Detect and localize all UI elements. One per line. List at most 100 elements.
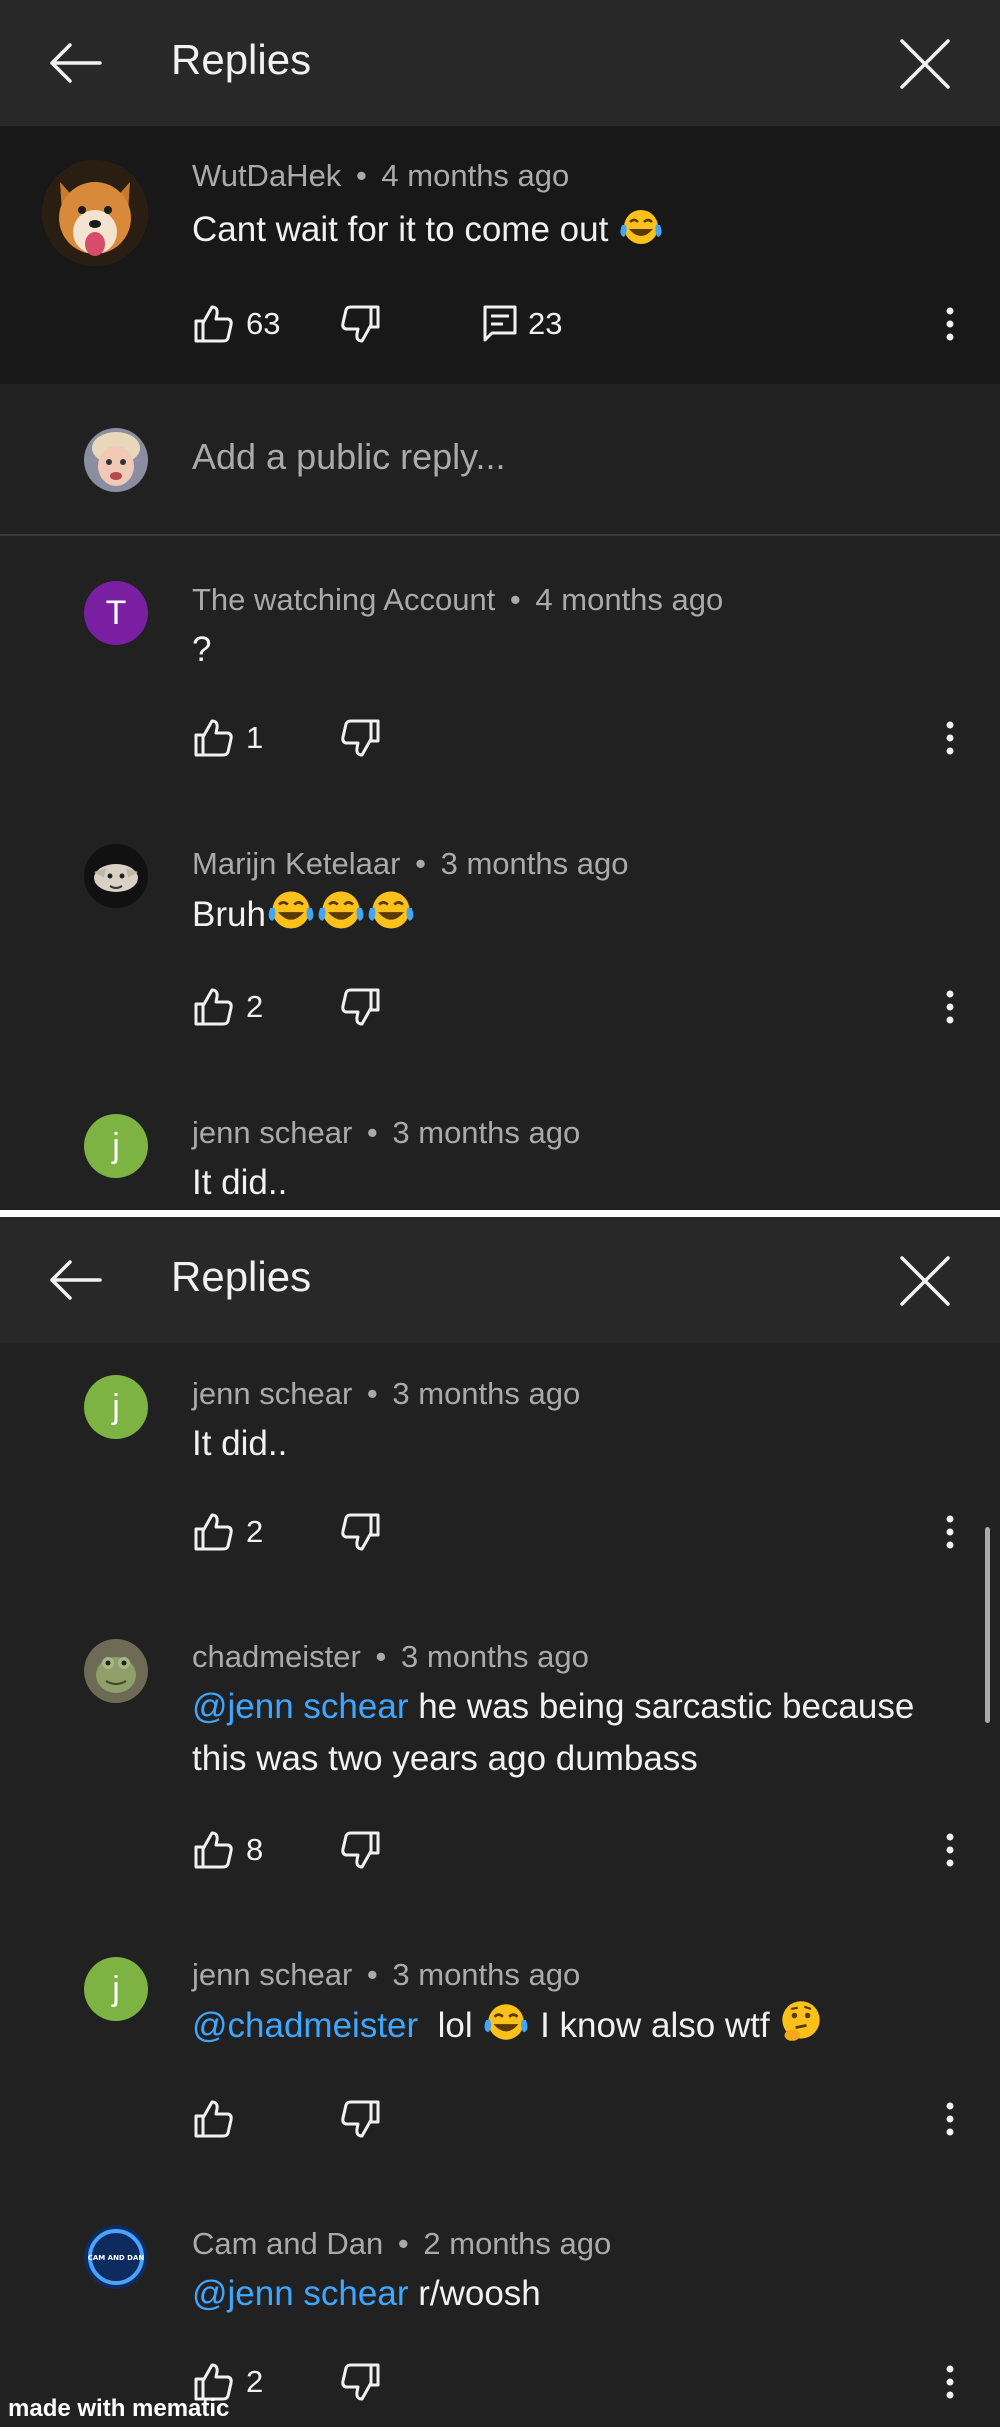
more-vert-icon[interactable]: [940, 2094, 960, 2144]
svg-text:CAM AND DAN: CAM AND DAN: [88, 2254, 145, 2262]
like-count: 63: [246, 306, 281, 341]
like-count: 2: [246, 1514, 264, 1549]
avatar[interactable]: j: [84, 1957, 148, 2021]
avatar[interactable]: [84, 844, 148, 908]
comment-age: 4 months ago: [535, 582, 724, 617]
thumbs-up-icon[interactable]: [192, 303, 234, 345]
comment-meta: Cam and Dan • 2 months ago: [192, 2226, 611, 2262]
author-name[interactable]: chadmeister: [192, 1639, 361, 1674]
replies-panel-bottom: Replies j jenn schear • 3 months ago It …: [0, 1217, 1000, 2427]
frog-avatar-image: [84, 1639, 148, 1703]
meta-separator: •: [397, 2226, 409, 2261]
user-avatar-image: [84, 428, 148, 492]
reply-comment-icon[interactable]: [482, 303, 518, 345]
comment-actions: 2: [192, 2357, 972, 2407]
reply-count: 23: [528, 306, 563, 341]
more-vert-icon[interactable]: [940, 713, 960, 763]
meta-separator: •: [366, 1957, 378, 1992]
comment-age: 4 months ago: [381, 158, 570, 193]
comment-text: @jenn schear he was being sarcastic beca…: [192, 1681, 972, 1785]
comment-meta: jenn schear • 3 months ago: [192, 1957, 580, 1993]
close-icon[interactable]: [894, 33, 956, 95]
thumbs-up-icon[interactable]: [192, 2098, 234, 2140]
thumbs-down-icon[interactable]: [340, 986, 382, 1028]
avatar[interactable]: CAM AND DAN: [84, 2225, 148, 2289]
comment-age: 3 months ago: [392, 1376, 581, 1411]
comment-body: r/woosh: [408, 2274, 541, 2313]
laughing-emoji-icon: [268, 891, 314, 929]
author-name[interactable]: jenn schear: [192, 1115, 352, 1150]
close-icon[interactable]: [894, 1250, 956, 1312]
avatar[interactable]: [42, 160, 148, 266]
author-name[interactable]: jenn schear: [192, 1957, 352, 1992]
comment-actions: 1: [192, 713, 972, 763]
thumbs-up-icon[interactable]: [192, 1511, 234, 1553]
comment-body: lol: [418, 2006, 483, 2045]
comment-actions: 63 23: [192, 299, 972, 349]
author-name[interactable]: The watching Account: [192, 582, 495, 617]
comment-age: 3 months ago: [392, 1115, 581, 1150]
comment-actions: 2: [192, 1507, 972, 1557]
replies-panel-top: Replies WutDaHek • 4 months ago Cant wai…: [0, 0, 1000, 1210]
author-name[interactable]: Marijn Ketelaar: [192, 846, 400, 881]
like-count: 8: [246, 1832, 264, 1867]
author-name[interactable]: WutDaHek: [192, 158, 341, 193]
author-name[interactable]: jenn schear: [192, 1376, 352, 1411]
avatar[interactable]: [84, 1639, 148, 1703]
thumbs-up-icon[interactable]: [192, 1829, 234, 1871]
avatar[interactable]: j: [84, 1375, 148, 1439]
comment-text: Bruh: [192, 888, 972, 941]
comment-age: 3 months ago: [400, 1639, 589, 1674]
thumbs-up-icon[interactable]: [192, 986, 234, 1028]
avatar[interactable]: T: [84, 581, 148, 645]
header-title: Replies: [171, 1253, 312, 1300]
laughing-emoji-icon: [620, 210, 662, 244]
mention-link[interactable]: @chadmeister: [192, 2006, 418, 2045]
replies-header: Replies: [0, 0, 1000, 126]
comment-text: It did..: [192, 1163, 288, 1202]
thumbs-down-icon[interactable]: [340, 1829, 382, 1871]
back-arrow-icon[interactable]: [44, 1250, 106, 1310]
laughing-emoji-icon: [318, 891, 364, 929]
like-count: 2: [246, 989, 264, 1024]
header-title: Replies: [171, 36, 312, 83]
meta-separator: •: [355, 158, 367, 193]
like-count: 1: [246, 720, 264, 755]
comment-body: Bruh: [192, 895, 266, 934]
more-vert-icon[interactable]: [940, 299, 960, 349]
mention-link[interactable]: @jenn schear: [192, 1687, 408, 1726]
back-arrow-icon[interactable]: [44, 33, 106, 93]
comment-age: 3 months ago: [440, 846, 629, 881]
comment-text: @chadmeister lol I know also wtf: [192, 1999, 972, 2052]
channel-logo-avatar: CAM AND DAN: [84, 2225, 148, 2289]
scrollbar[interactable]: [985, 1527, 990, 1723]
meta-separator: •: [415, 846, 426, 881]
more-vert-icon[interactable]: [940, 2357, 960, 2407]
laughing-emoji-icon: [368, 891, 414, 929]
avatar[interactable]: j: [84, 1114, 148, 1178]
thumbs-down-icon[interactable]: [340, 2098, 382, 2140]
more-vert-icon[interactable]: [940, 982, 960, 1032]
thumbs-down-icon[interactable]: [340, 303, 382, 345]
mention-link[interactable]: @jenn schear: [192, 2274, 408, 2313]
comment-actions: 8: [192, 1825, 972, 1875]
meta-separator: •: [366, 1376, 378, 1411]
reply-input-placeholder[interactable]: Add a public reply...: [192, 436, 506, 478]
comment-body: I know also wtf: [530, 2006, 780, 2045]
comment-actions: 2: [192, 982, 972, 1032]
laughing-emoji-icon: [484, 2004, 528, 2040]
thumbs-down-icon[interactable]: [340, 2361, 382, 2403]
comment-meta: WutDaHek • 4 months ago: [192, 158, 569, 194]
thumbs-up-icon[interactable]: [192, 717, 234, 759]
comment-age: 2 months ago: [423, 2226, 612, 2261]
thumbs-down-icon[interactable]: [340, 717, 382, 759]
comment-text: It did..: [192, 1424, 288, 1463]
add-reply-row[interactable]: Add a public reply...: [0, 384, 1000, 536]
thumbs-down-icon[interactable]: [340, 1511, 382, 1553]
comment-text: Cant wait for it to come out: [192, 204, 972, 256]
more-vert-icon[interactable]: [940, 1507, 960, 1557]
more-vert-icon[interactable]: [940, 1825, 960, 1875]
my-avatar: [84, 428, 148, 492]
comment-meta: jenn schear • 3 months ago: [192, 1376, 580, 1412]
author-name[interactable]: Cam and Dan: [192, 2226, 383, 2261]
